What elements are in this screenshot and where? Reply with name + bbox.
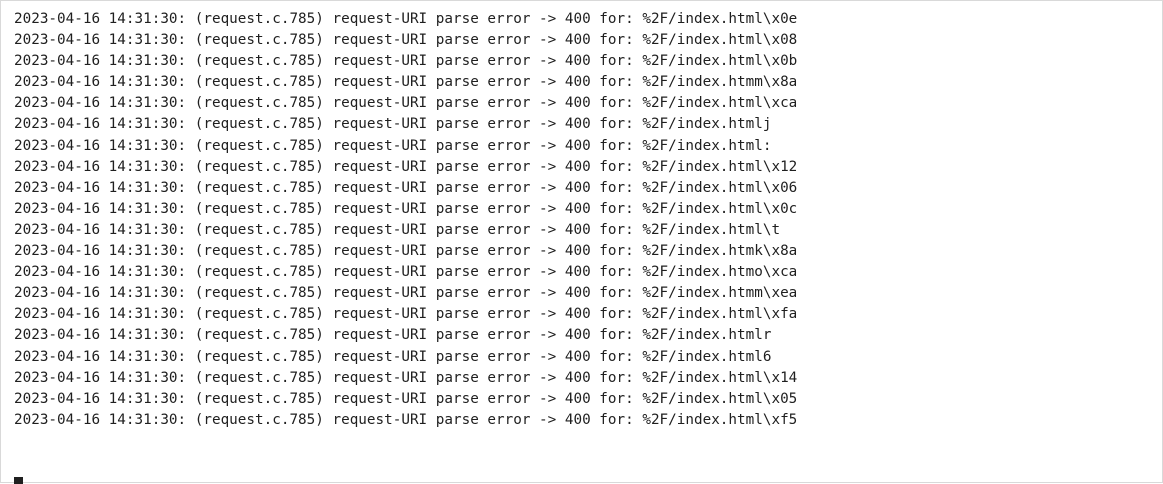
log-line: 2023-04-16 14:31:30: (request.c.785) req…: [14, 74, 798, 91]
log-line: 2023-04-16 14:31:30: (request.c.785) req…: [14, 390, 798, 407]
log-line: 2023-04-16 14:31:30: (request.c.785) req…: [14, 243, 798, 260]
log-line: 2023-04-16 14:31:30: (request.c.785) req…: [14, 221, 781, 238]
log-line: 2023-04-16 14:31:30: (request.c.785) req…: [14, 137, 772, 154]
log-line: 2023-04-16 14:31:30: (request.c.785) req…: [14, 369, 798, 386]
log-line: 2023-04-16 14:31:30: (request.c.785) req…: [14, 411, 798, 428]
log-line: 2023-04-16 14:31:30: (request.c.785) req…: [14, 264, 798, 281]
log-line: 2023-04-16 14:31:30: (request.c.785) req…: [14, 285, 798, 302]
log-line: 2023-04-16 14:31:30: (request.c.785) req…: [14, 306, 798, 323]
terminal-window[interactable]: 2023-04-16 14:31:30: (request.c.785) req…: [0, 0, 1163, 484]
log-line: 2023-04-16 14:31:30: (request.c.785) req…: [14, 11, 798, 27]
log-line: 2023-04-16 14:31:30: (request.c.785) req…: [14, 158, 798, 175]
log-line: 2023-04-16 14:31:30: (request.c.785) req…: [14, 348, 772, 365]
log-line: 2023-04-16 14:31:30: (request.c.785) req…: [14, 32, 798, 49]
log-line: 2023-04-16 14:31:30: (request.c.785) req…: [14, 200, 798, 217]
log-line: 2023-04-16 14:31:30: (request.c.785) req…: [14, 53, 798, 70]
log-output: 2023-04-16 14:31:30: (request.c.785) req…: [14, 9, 797, 431]
log-line: 2023-04-16 14:31:30: (request.c.785) req…: [14, 327, 772, 344]
log-line: 2023-04-16 14:31:30: (request.c.785) req…: [14, 95, 798, 112]
log-line: 2023-04-16 14:31:30: (request.c.785) req…: [14, 116, 772, 133]
log-line: 2023-04-16 14:31:30: (request.c.785) req…: [14, 179, 798, 196]
